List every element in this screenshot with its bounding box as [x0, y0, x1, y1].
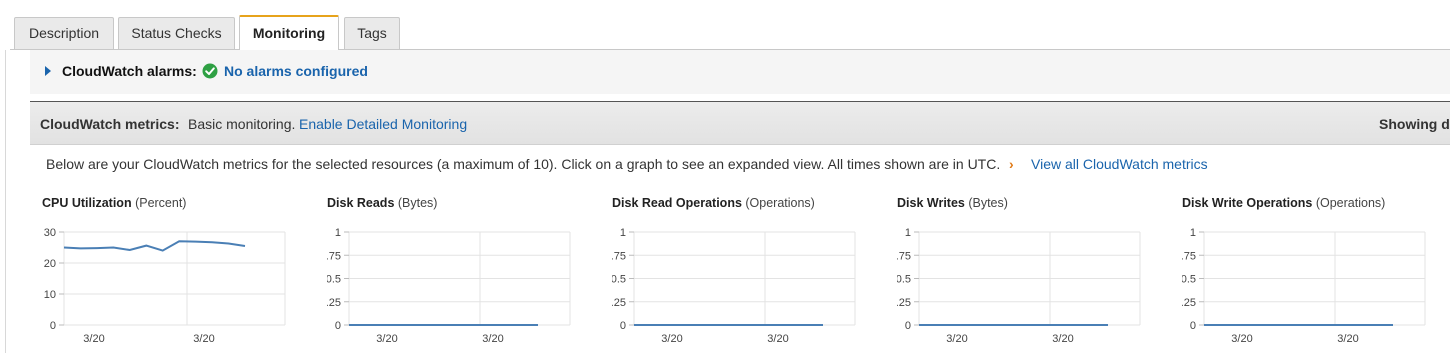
x-tick-label: 3/20	[1337, 333, 1358, 345]
showing-text: Showing d	[1379, 116, 1450, 132]
y-tick-label: 1	[335, 227, 341, 239]
graph-plot: 1 0.75 0.5 0.25 0 3/20 3/20	[612, 227, 856, 345]
basic-monitoring-text: Basic monitoring.	[188, 116, 296, 132]
y-tick-label: 0	[335, 320, 341, 332]
graph-plot: 1 0.75 0.5 0.25 0 3/20 3/20	[1182, 227, 1426, 345]
metrics-header: CloudWatch metrics: Basic monitoring. En…	[30, 101, 1450, 145]
graph-plot: 1 0.75 0.5 0.25 0 3/20 3/20	[327, 227, 571, 345]
y-tick-label: 0.5	[897, 274, 911, 286]
tab-tags[interactable]: Tags	[344, 17, 400, 49]
graph-title-name: Disk Reads	[327, 196, 395, 210]
y-tick-label: 0.75	[1182, 250, 1196, 262]
graph-title: Disk Writes (Bytes)	[897, 196, 1008, 210]
metric-graph[interactable]: CPU Utilization (Percent) 30 20 10 0 3/20 3/20	[42, 196, 322, 353]
graph-title-name: Disk Write Operations	[1182, 196, 1313, 210]
x-tick-label: 3/20	[83, 333, 104, 345]
y-tick-label: 0.75	[327, 250, 341, 262]
view-all-metrics-link[interactable]: View all CloudWatch metrics	[1031, 156, 1208, 172]
x-tick-label: 3/20	[1052, 333, 1073, 345]
y-tick-label: 0	[1190, 320, 1196, 332]
y-tick-label: 10	[44, 289, 56, 301]
check-circle-icon	[202, 63, 218, 79]
y-tick-label: 0	[50, 320, 56, 332]
graph-title: CPU Utilization (Percent)	[42, 196, 186, 210]
alarms-section: CloudWatch alarms: No alarms configured	[30, 50, 1450, 94]
x-tick-label: 3/20	[482, 333, 503, 345]
x-tick-label: 3/20	[1231, 333, 1252, 345]
graph-title: Disk Reads (Bytes)	[327, 196, 437, 210]
expand-triangle-icon[interactable]	[45, 66, 51, 76]
tab-description[interactable]: Description	[14, 17, 114, 49]
graph-title: Disk Write Operations (Operations)	[1182, 196, 1385, 210]
y-tick-label: 0.25	[327, 297, 341, 309]
y-tick-label: 0	[905, 320, 911, 332]
y-tick-label: 0.25	[612, 297, 626, 309]
tab-monitoring[interactable]: Monitoring	[239, 15, 339, 50]
panel-left-border	[5, 50, 6, 353]
metrics-label: CloudWatch metrics:	[40, 116, 180, 132]
x-tick-label: 3/20	[661, 333, 682, 345]
y-tick-label: 30	[44, 227, 56, 239]
y-tick-label: 0.75	[897, 250, 911, 262]
y-tick-label: 0.5	[1182, 274, 1196, 286]
chevron-right-icon: ›	[1009, 156, 1014, 172]
y-tick-label: 0.25	[1182, 297, 1196, 309]
x-tick-label: 3/20	[946, 333, 967, 345]
enable-detailed-monitoring-link[interactable]: Enable Detailed Monitoring	[299, 116, 467, 132]
metric-graph[interactable]: Disk Writes (Bytes) 1 0.75 0.5 0.25 0 3/20 3/20	[897, 196, 1177, 353]
x-tick-label: 3/20	[376, 333, 397, 345]
tab-status-checks[interactable]: Status Checks	[118, 17, 235, 49]
metrics-info-text: Below are your CloudWatch metrics for th…	[46, 156, 1001, 172]
metric-graph[interactable]: Disk Reads (Bytes) 1 0.75 0.5 0.25 0 3/20 3/20	[327, 196, 607, 353]
graph-plot: 30 20 10 0 3/20 3/20	[44, 227, 286, 345]
y-tick-label: 0.75	[612, 250, 626, 262]
metric-graph[interactable]: Disk Read Operations (Operations) 1 0.75 0.…	[612, 196, 892, 353]
x-tick-label: 3/20	[767, 333, 788, 345]
y-tick-label: 1	[905, 227, 911, 239]
metric-graph[interactable]: Disk Write Operations (Operations) 1 0.75 0…	[1182, 196, 1450, 353]
tab-bar: Description Status Checks Monitoring Tag…	[0, 0, 1450, 50]
graph-unit: (Bytes)	[394, 196, 438, 210]
graph-title-name: Disk Read Operations	[612, 196, 742, 210]
graph-plot: 1 0.75 0.5 0.25 0 3/20 3/20	[897, 227, 1141, 345]
y-tick-label: 0.5	[327, 274, 341, 286]
graph-unit: (Percent)	[131, 196, 187, 210]
series-line	[63, 240, 246, 252]
y-tick-label: 1	[620, 227, 626, 239]
y-tick-label: 0	[620, 320, 626, 332]
graph-title-name: CPU Utilization	[42, 196, 132, 210]
graph-title: Disk Read Operations (Operations)	[612, 196, 815, 210]
y-tick-label: 0.5	[612, 274, 626, 286]
y-tick-label: 1	[1190, 227, 1196, 239]
x-tick-label: 3/20	[193, 333, 214, 345]
y-tick-label: 0.25	[897, 297, 911, 309]
graph-unit: (Operations)	[741, 196, 815, 210]
y-tick-label: 20	[44, 258, 56, 270]
graph-unit: (Bytes)	[964, 196, 1008, 210]
graph-title-name: Disk Writes	[897, 196, 965, 210]
graph-unit: (Operations)	[1312, 196, 1386, 210]
alarms-label: CloudWatch alarms:	[62, 63, 197, 79]
no-alarms-link[interactable]: No alarms configured	[224, 63, 368, 79]
